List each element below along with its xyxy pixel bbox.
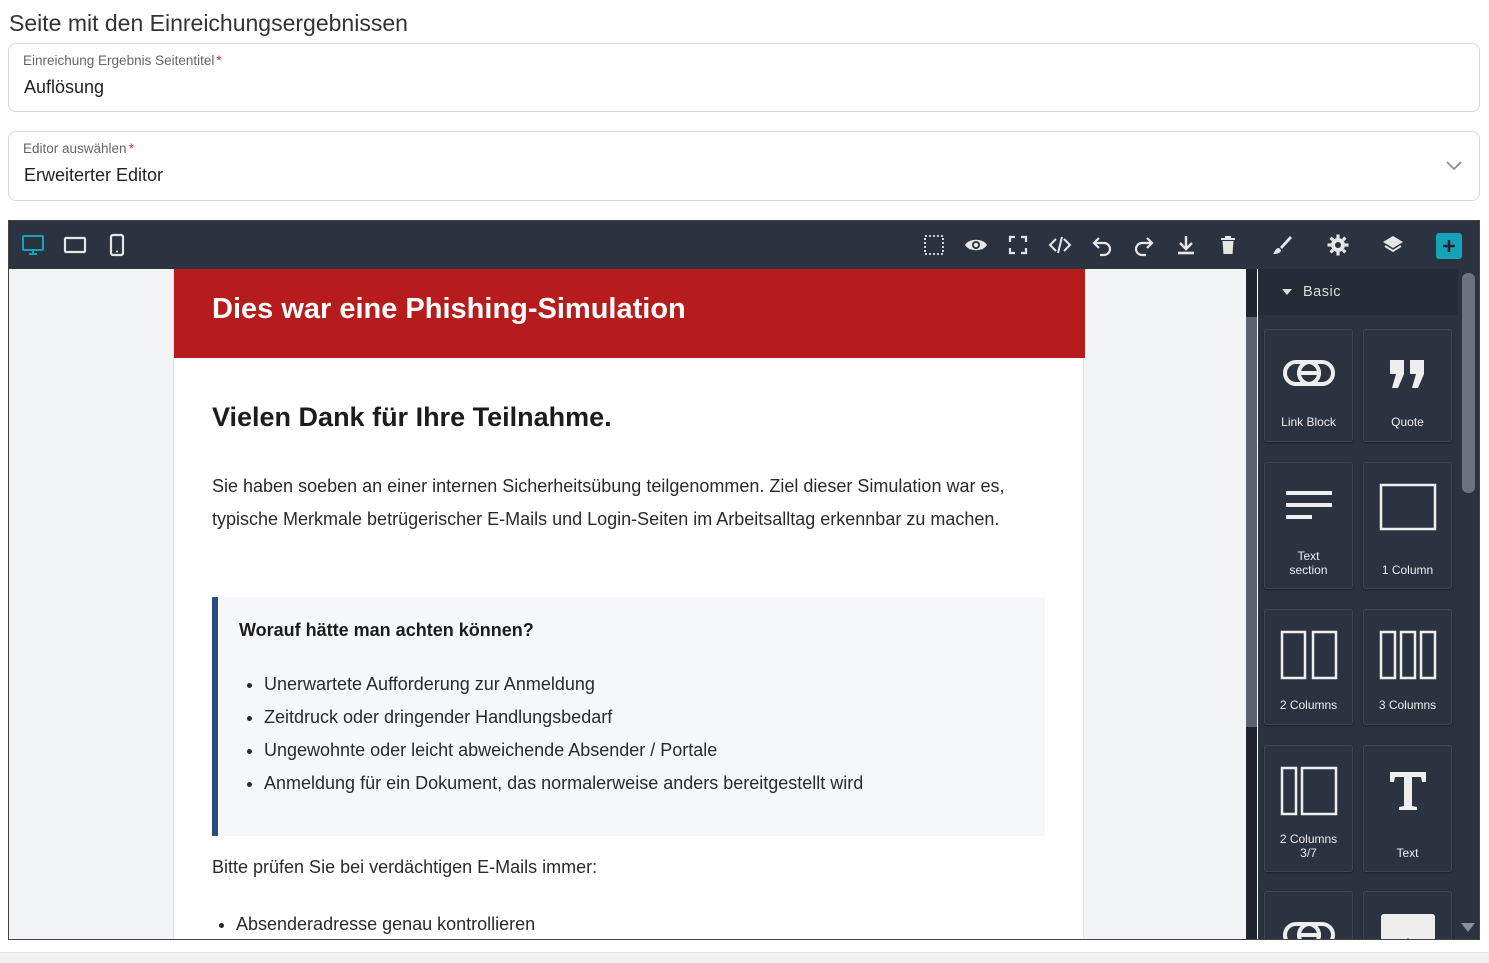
callout-title[interactable]: Worauf hätte man achten können? xyxy=(239,620,534,641)
block-two-columns[interactable]: 2 Columns xyxy=(1264,609,1353,725)
scroll-down-arrow-icon[interactable] xyxy=(1461,923,1475,932)
list-item[interactable]: Anmeldung für ein Dokument, das normaler… xyxy=(264,767,863,800)
block-label: 1 Column xyxy=(1381,563,1434,577)
list-item[interactable]: Unerwartete Aufforderung zur Anmeldung xyxy=(264,668,863,701)
document-callout[interactable]: Worauf hätte man achten können? Unerwart… xyxy=(212,597,1045,836)
editor-toolbar xyxy=(9,221,1479,269)
banner-title[interactable]: Dies war eine Phishing-Simulation xyxy=(212,293,686,326)
result-title-input[interactable]: Auflösung xyxy=(24,77,104,98)
panel-scrollbar-thumb[interactable] xyxy=(1462,273,1475,493)
list-item[interactable]: Zeitdruck oder dringender Handlungsbedar… xyxy=(264,701,863,734)
text-icon xyxy=(1389,772,1426,810)
block-two-columns-37[interactable]: 2 Columns 3/7 xyxy=(1264,745,1353,872)
block-quote[interactable]: Quote xyxy=(1363,329,1452,442)
caret-down-icon xyxy=(1282,289,1292,295)
check-intro[interactable]: Bitte prüfen Sie bei verdächtigen E-Mail… xyxy=(212,857,597,878)
required-mark: * xyxy=(128,141,134,156)
document-body[interactable]: Dies war eine Phishing-Simulation Vielen… xyxy=(173,269,1085,939)
block-image[interactable] xyxy=(1363,891,1452,939)
delete-icon[interactable] xyxy=(1216,233,1240,257)
chevron-down-icon[interactable] xyxy=(1446,157,1462,173)
editor-canvas[interactable]: Dies war eine Phishing-Simulation Vielen… xyxy=(9,269,1247,939)
block-label: Link Block xyxy=(1281,415,1336,429)
block-label: 3 Columns xyxy=(1378,698,1437,712)
three-columns-icon xyxy=(1379,630,1436,680)
result-title-label: Einreichung Ergebnis Seitentitel * xyxy=(23,53,222,68)
document-banner[interactable]: Dies war eine Phishing-Simulation xyxy=(174,269,1085,358)
fullscreen-icon[interactable] xyxy=(1006,233,1030,257)
blocks-panel: Basic Link Block Quote Text section 1 Col… xyxy=(1258,269,1479,939)
category-label: Basic xyxy=(1303,284,1341,300)
one-column-icon xyxy=(1379,483,1436,531)
add-block-icon[interactable] xyxy=(1437,234,1461,258)
editor-select-value[interactable]: Erweiterter Editor xyxy=(24,165,163,186)
quote-icon xyxy=(1389,360,1424,388)
two-columns-icon xyxy=(1280,630,1337,680)
category-basic-header[interactable]: Basic xyxy=(1258,269,1458,315)
list-item[interactable]: Absenderadresse genau kontrollieren xyxy=(236,908,535,939)
preview-eye-icon[interactable] xyxy=(964,233,988,257)
block-label: 2 Columns xyxy=(1279,698,1338,712)
link-icon xyxy=(1282,922,1335,939)
block-label: Text section xyxy=(1289,549,1328,577)
block-link[interactable]: Link Block xyxy=(1264,329,1353,442)
block-three-columns[interactable]: 3 Columns xyxy=(1363,609,1452,725)
redo-icon[interactable] xyxy=(1132,233,1156,257)
editor-select-label: Editor auswählen * xyxy=(23,141,134,156)
block-text[interactable]: Text xyxy=(1363,745,1452,872)
mobile-icon[interactable] xyxy=(105,233,129,257)
result-title-field[interactable]: Einreichung Ergebnis Seitentitel * Auflös… xyxy=(8,43,1480,112)
link-icon xyxy=(1282,360,1335,386)
undo-icon[interactable] xyxy=(1090,233,1114,257)
page-builder-editor: Dies war eine Phishing-Simulation Vielen… xyxy=(8,220,1480,940)
text-section-icon xyxy=(1285,491,1332,519)
two-columns-37-icon xyxy=(1280,766,1337,816)
block-label: Text xyxy=(1396,846,1419,860)
code-icon[interactable] xyxy=(1048,233,1072,257)
page-title: Seite mit den Einreichungsergebnissen xyxy=(9,10,408,36)
document-intro[interactable]: Sie haben soeben an einer internen Siche… xyxy=(212,470,1042,535)
editor-select[interactable]: Editor auswählen * Erweiterter Editor xyxy=(8,131,1480,201)
block-label: 2 Columns 3/7 xyxy=(1279,832,1338,860)
layers-icon[interactable] xyxy=(1381,233,1405,257)
block-one-column[interactable]: 1 Column xyxy=(1363,462,1452,589)
check-list[interactable]: Absenderadresse genau kontrollieren xyxy=(236,908,535,939)
desktop-icon[interactable] xyxy=(21,233,45,257)
bottom-strip xyxy=(0,952,1489,963)
image-icon xyxy=(1380,914,1435,939)
callout-list[interactable]: Unerwartete Aufforderung zur Anmeldung Z… xyxy=(264,668,863,800)
block-link-2[interactable] xyxy=(1264,891,1353,939)
select-outline-icon[interactable] xyxy=(922,233,946,257)
style-brush-icon[interactable] xyxy=(1270,233,1294,257)
list-item[interactable]: Ungewohnte oder leicht abweichende Absen… xyxy=(264,734,863,767)
required-mark: * xyxy=(216,53,222,68)
tablet-icon[interactable] xyxy=(63,233,87,257)
settings-gear-icon[interactable] xyxy=(1326,233,1350,257)
download-icon[interactable] xyxy=(1174,233,1198,257)
canvas-scrollbar-thumb[interactable] xyxy=(1246,317,1257,727)
block-text-section[interactable]: Text section xyxy=(1264,462,1353,589)
block-label: Quote xyxy=(1391,415,1424,429)
document-heading[interactable]: Vielen Dank für Ihre Teilnahme. xyxy=(212,402,612,433)
